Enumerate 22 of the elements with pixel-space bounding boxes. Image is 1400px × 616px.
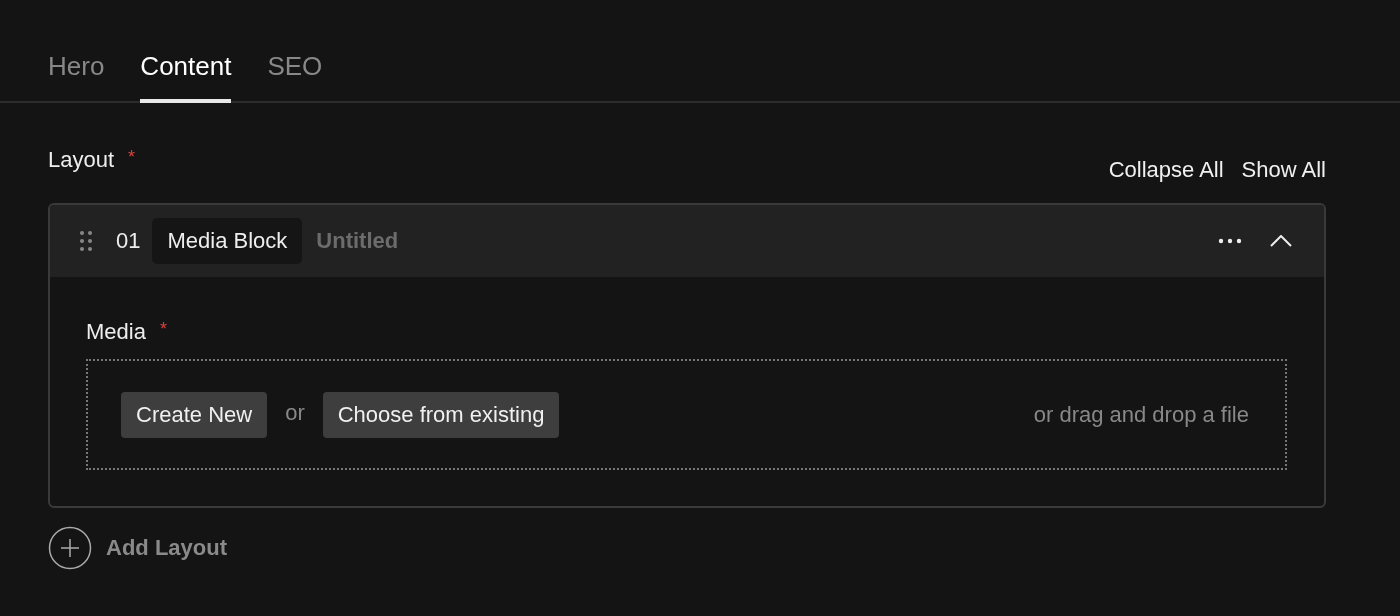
or-text: or	[285, 399, 305, 426]
add-layout-button[interactable]: Add Layout	[106, 535, 227, 561]
field-label: Media	[86, 319, 146, 345]
more-icon[interactable]	[1218, 238, 1242, 244]
add-circle-icon[interactable]	[48, 526, 92, 570]
block-type-tag: Media Block	[152, 218, 303, 264]
action-link[interactable]: Collapse All	[1108, 157, 1224, 183]
drop-zone[interactable]: Create New or Choose from existing or drag and drop a file	[86, 359, 1287, 470]
drag-handle-icon[interactable]	[80, 230, 92, 252]
create-new-button[interactable]: Create New	[121, 391, 268, 438]
action-link[interactable]: Show All	[1241, 157, 1326, 183]
drop-hint: or drag and drop a file	[1033, 401, 1249, 428]
block-number: 01	[116, 228, 141, 254]
tab[interactable]: Hero	[48, 0, 105, 103]
tab[interactable]: SEO	[267, 0, 323, 103]
required-mark: *	[128, 147, 136, 169]
required-mark: *	[159, 319, 167, 341]
chevron-icon[interactable]	[1270, 235, 1292, 247]
tab[interactable]: Content	[140, 0, 232, 103]
field-label: Layout	[48, 147, 115, 173]
block-title: Untitled	[316, 228, 399, 254]
choose-existing-button[interactable]: Choose from existing	[322, 391, 560, 438]
